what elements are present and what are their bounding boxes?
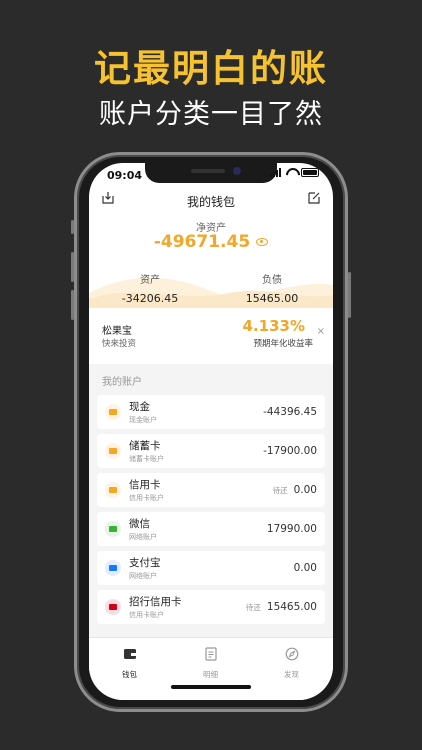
signal-icon xyxy=(270,168,281,177)
wallet-icon xyxy=(105,404,121,420)
eye-icon[interactable] xyxy=(256,238,269,246)
tab-label: 明细 xyxy=(203,670,218,679)
wallet-icon-glyph xyxy=(109,409,117,415)
phone-side-button xyxy=(71,252,74,282)
phone-side-button xyxy=(71,290,74,320)
account-amount: -17900.00 xyxy=(263,445,317,457)
wallet-tab-icon xyxy=(123,649,136,659)
assets-label: 资产 xyxy=(140,275,160,286)
phone-side-button xyxy=(348,272,351,318)
wechat-icon xyxy=(105,521,121,537)
marketing-headline: 记最明白的账 xyxy=(94,47,328,90)
card-icon-glyph xyxy=(109,448,117,454)
cmb-icon xyxy=(105,599,121,615)
account-due-label: 待还 xyxy=(272,486,288,495)
liabilities-value: 15465.00 xyxy=(245,292,299,305)
assets-column[interactable]: 资产 -34206.45 xyxy=(89,271,211,305)
status-icons xyxy=(270,168,319,177)
close-icon[interactable]: × xyxy=(317,326,325,337)
account-type: 储蓄卡账户 xyxy=(129,455,164,463)
credit-card-icon xyxy=(105,482,121,498)
wifi-icon xyxy=(285,168,297,177)
account-due-label: 待还 xyxy=(245,603,261,612)
cmb-icon-glyph xyxy=(109,604,117,610)
account-type: 网络账户 xyxy=(129,572,157,580)
net-worth-value: -49671.45 xyxy=(89,232,333,252)
status-time: 09:04 xyxy=(107,169,143,182)
account-amount: 0.00 xyxy=(293,562,317,574)
accounts-section-title: 我的账户 xyxy=(102,377,142,388)
liabilities-label: 负债 xyxy=(262,275,282,286)
battery-icon xyxy=(301,168,319,177)
account-row[interactable]: 储蓄卡储蓄卡账户 -17900.00 xyxy=(97,434,325,468)
page-title: 我的钱包 xyxy=(186,195,235,209)
tab-label: 发现 xyxy=(284,670,299,679)
account-name: 储蓄卡 xyxy=(129,440,161,452)
promo-rate: 4.133% xyxy=(242,317,305,335)
phone-side-button xyxy=(71,220,74,234)
list-tab-icon xyxy=(204,647,217,661)
tab-label: 钱包 xyxy=(122,670,137,679)
account-row[interactable]: 招行信用卡信用卡账户 待还 15465.00 xyxy=(97,590,325,624)
account-type: 网络账户 xyxy=(129,533,157,541)
account-value: -17900.00 xyxy=(257,445,317,457)
phone-notch xyxy=(145,163,277,183)
phone-screen: 09:04 我的钱包 净资产 -49671.45 资产 -34206.45 负债… xyxy=(89,163,333,700)
assets-value: -34206.45 xyxy=(121,292,179,305)
net-worth-amount: -49671.45 xyxy=(153,232,251,252)
credit-card-icon-glyph xyxy=(109,487,117,493)
promo-name: 松果宝 xyxy=(102,326,132,337)
account-value: -44396.45 xyxy=(257,406,317,418)
compass-tab-icon xyxy=(285,647,298,661)
alipay-icon xyxy=(105,560,121,576)
account-type: 信用卡账户 xyxy=(129,611,164,619)
account-amount: -44396.45 xyxy=(263,406,317,418)
account-name: 信用卡 xyxy=(129,479,161,491)
account-value: 17990.00 xyxy=(261,523,317,535)
liabilities-column[interactable]: 负债 15465.00 xyxy=(211,271,333,305)
home-indicator xyxy=(171,685,251,689)
tab-bar: 钱包 明细 发现 xyxy=(89,637,333,700)
account-row[interactable]: 支付宝网络账户 0.00 xyxy=(97,551,325,585)
account-type: 信用卡账户 xyxy=(129,494,164,502)
tab-wallet[interactable]: 钱包 xyxy=(89,646,170,680)
account-row[interactable]: 现金现金账户 -44396.45 xyxy=(97,395,325,429)
alipay-icon-glyph xyxy=(109,565,117,571)
promo-rate-label: 预期年化收益率 xyxy=(253,339,313,349)
account-name: 微信 xyxy=(129,518,150,530)
account-row[interactable]: 微信网络账户 17990.00 xyxy=(97,512,325,546)
account-name: 招行信用卡 xyxy=(129,596,182,608)
tab-details[interactable]: 明细 xyxy=(170,646,251,680)
edit-icon[interactable] xyxy=(307,191,321,205)
account-name: 支付宝 xyxy=(129,557,161,569)
account-row[interactable]: 信用卡信用卡账户 待还 0.00 xyxy=(97,473,325,507)
account-value: 0.00 xyxy=(288,562,317,574)
account-amount: 0.00 xyxy=(293,484,317,496)
wechat-icon-glyph xyxy=(109,526,117,532)
promo-subtitle: 快来投资 xyxy=(102,339,137,349)
marketing-subline: 账户分类一目了然 xyxy=(99,99,323,130)
tab-discover[interactable]: 发现 xyxy=(251,646,332,680)
promo-banner[interactable]: 松果宝 快来投资 4.133% 预期年化收益率 × xyxy=(89,308,333,364)
net-worth-summary: 净资产 -49671.45 资产 -34206.45 负债 15465.00 xyxy=(89,215,333,313)
card-icon xyxy=(105,443,121,459)
account-type: 现金账户 xyxy=(129,416,157,424)
account-value: 待还 0.00 xyxy=(273,484,317,496)
account-amount: 15465.00 xyxy=(266,601,317,613)
account-amount: 17990.00 xyxy=(266,523,317,535)
account-value: 待还 15465.00 xyxy=(246,601,317,613)
account-name: 现金 xyxy=(129,401,150,413)
